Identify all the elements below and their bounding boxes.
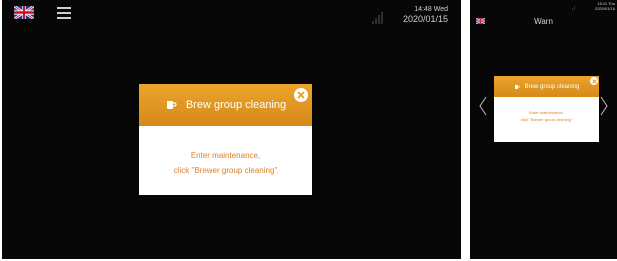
clock-date: 2020/01/15	[402, 14, 448, 25]
dialog-title: Brew group cleaning	[524, 83, 580, 90]
clock: 14:48 Wed 2020/01/15	[388, 6, 448, 25]
dialog-message-line1: Enter maintenance,	[529, 110, 564, 115]
cup-icon	[514, 84, 520, 89]
dialog-message-line2: click "Brewer group cleaning"	[520, 117, 573, 123]
dialog-message-line2: click "Brewer group cleaning"	[173, 166, 278, 176]
close-icon[interactable]	[294, 88, 308, 102]
hamburger-menu-icon[interactable]	[57, 7, 71, 19]
brew-group-cleaning-dialog: Brew group cleaning Enter maintenance, c…	[494, 76, 599, 142]
dialog-body: Enter maintenance, click "Brewer group c…	[139, 126, 312, 178]
dialog-header: Brew group cleaning	[494, 76, 599, 97]
dialog-title: Brew group cleaning	[185, 99, 287, 111]
clock-date: 2020/01/16	[594, 5, 615, 11]
page-title: Warn	[534, 17, 553, 26]
clock: 15:11 Thu 2020/01/16	[575, 1, 615, 12]
close-icon[interactable]	[590, 77, 598, 85]
dialog-message-line1: Enter maintenance,	[190, 151, 261, 160]
dialog-header: Brew group cleaning	[139, 84, 312, 126]
clock-time: 14:48 Wed	[414, 6, 448, 13]
cup-icon	[166, 101, 177, 109]
uk-flag-icon[interactable]	[14, 6, 34, 19]
side-screen: 15:11 Thu 2020/01/16 Warn Brew group cle…	[470, 0, 617, 259]
chevron-left-icon[interactable]	[478, 96, 488, 116]
chevron-right-icon[interactable]	[599, 96, 609, 116]
main-screen: 14:48 Wed 2020/01/15 Brew group cleaning…	[2, 0, 461, 259]
brew-group-cleaning-dialog: Brew group cleaning Enter maintenance, c…	[139, 84, 312, 195]
dialog-body: Enter maintenance, click "Brewer group c…	[494, 97, 599, 123]
signal-strength-icon	[372, 12, 383, 24]
